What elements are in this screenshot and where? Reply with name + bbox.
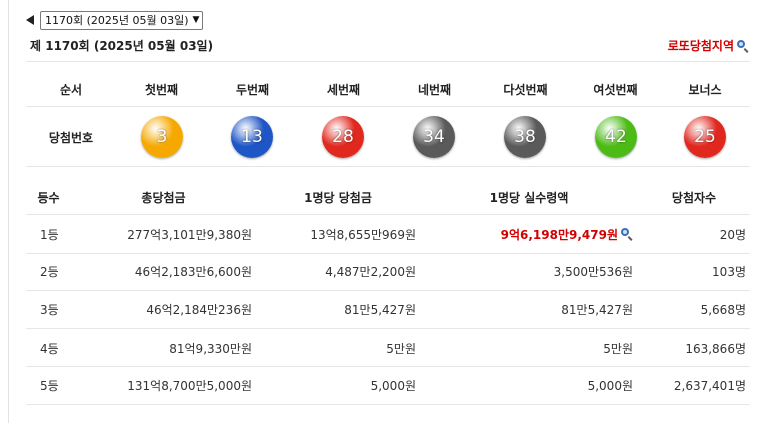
col-bonus: 보너스 <box>688 82 722 97</box>
rank-cell: 5등 <box>40 378 59 393</box>
divider <box>26 214 750 215</box>
total-prize-cell: 81억9,330만원 <box>169 341 252 356</box>
col-order: 순서 <box>59 82 83 97</box>
chevron-down-icon: ▼ <box>192 15 200 25</box>
ball-number: 34 <box>423 127 445 147</box>
col-winner-count: 당첨자수 <box>671 190 717 205</box>
round-select-value: 1170회 (2025년 05월 03일) <box>45 14 189 27</box>
col-fifth: 다섯번째 <box>503 82 548 97</box>
divider <box>26 366 750 367</box>
ball-number: 38 <box>514 127 536 147</box>
divider <box>26 328 750 329</box>
ball-number: 42 <box>605 127 627 147</box>
left-border <box>8 0 9 423</box>
page-title: 제 1170회 (2025년 05월 03일) <box>30 39 214 53</box>
lotto-ball-6: 42 <box>595 116 637 158</box>
magnifier-icon[interactable] <box>621 228 633 241</box>
lotto-ball-3: 28 <box>322 116 364 158</box>
rank-cell: 2등 <box>40 264 59 279</box>
round-select[interactable]: 1170회 (2025년 05월 03일) ▼ <box>40 10 204 30</box>
col-total-prize: 총당첨금 <box>141 190 186 205</box>
divider <box>26 253 750 254</box>
actual-received-value: 9억6,198만9,479원 <box>500 227 618 242</box>
divider <box>26 404 750 405</box>
actual-received-cell: 5만원 <box>603 341 633 356</box>
actual-received-cell: 81만5,427원 <box>561 302 633 317</box>
lotto-ball-5: 38 <box>504 116 546 158</box>
total-prize-cell: 46억2,183만6,600원 <box>134 264 252 279</box>
winning-region-label: 로또당첨지역 <box>667 39 734 53</box>
col-sixth: 여섯번째 <box>593 82 638 97</box>
lotto-ball-4: 34 <box>413 116 455 158</box>
title-row: 제 1170회 (2025년 05월 03일) 로또당첨지역 <box>30 34 749 54</box>
lotto-ball-1: 3 <box>141 116 183 158</box>
total-prize-cell: 131억8,700만5,000원 <box>127 378 252 393</box>
divider <box>26 166 750 167</box>
actual-received-cell: 5,000원 <box>587 378 633 393</box>
divider <box>26 290 750 291</box>
rank-cell: 3등 <box>40 302 59 317</box>
winner-count-cell: 5,668명 <box>700 302 746 317</box>
ball-number: 3 <box>156 127 168 147</box>
per-winner-cell: 5만원 <box>386 341 416 356</box>
per-winner-cell: 13억8,655만969원 <box>310 227 416 242</box>
col-second: 두번째 <box>235 82 270 97</box>
rank-cell: 1등 <box>40 227 59 242</box>
col-first: 첫번째 <box>144 82 179 97</box>
col-third: 세번째 <box>326 82 361 97</box>
winner-count-cell: 103명 <box>712 264 746 279</box>
divider <box>26 61 750 62</box>
rank-cell: 4등 <box>40 341 59 356</box>
ball-number: 28 <box>332 127 354 147</box>
winner-count-cell: 20명 <box>719 227 746 242</box>
total-prize-cell: 277억3,101만9,380원 <box>127 227 252 242</box>
row-label-winning-numbers: 당첨번호 <box>48 130 94 145</box>
magnifier-icon[interactable] <box>737 39 749 53</box>
per-winner-cell: 81만5,427원 <box>344 302 416 317</box>
per-winner-cell: 4,487만2,200원 <box>325 264 416 279</box>
round-nav: 1170회 (2025년 05월 03일) ▼ <box>26 10 204 30</box>
actual-received-cell: 3,500만536원 <box>553 264 633 279</box>
col-rank: 등수 <box>37 190 60 205</box>
actual-received-cell: 9억6,198만9,479원 <box>420 220 633 248</box>
lotto-ball-2: 13 <box>231 116 273 158</box>
bonus-ball: 25 <box>684 116 726 158</box>
ball-number: 13 <box>241 127 263 147</box>
ball-number: 25 <box>694 127 716 147</box>
winning-region-link[interactable]: 로또당첨지역 <box>668 37 749 54</box>
divider <box>26 106 750 107</box>
col-actual-received: 1명당 실수령액 <box>489 190 569 205</box>
col-fourth: 네번째 <box>417 82 452 97</box>
total-prize-cell: 46억2,184만236원 <box>146 302 252 317</box>
col-per-winner: 1명당 당첨금 <box>304 190 372 205</box>
per-winner-cell: 5,000원 <box>370 378 416 393</box>
left-triangle-icon[interactable] <box>26 15 34 25</box>
winner-count-cell: 163,866명 <box>685 341 746 356</box>
winner-count-cell: 2,637,401명 <box>673 378 746 393</box>
